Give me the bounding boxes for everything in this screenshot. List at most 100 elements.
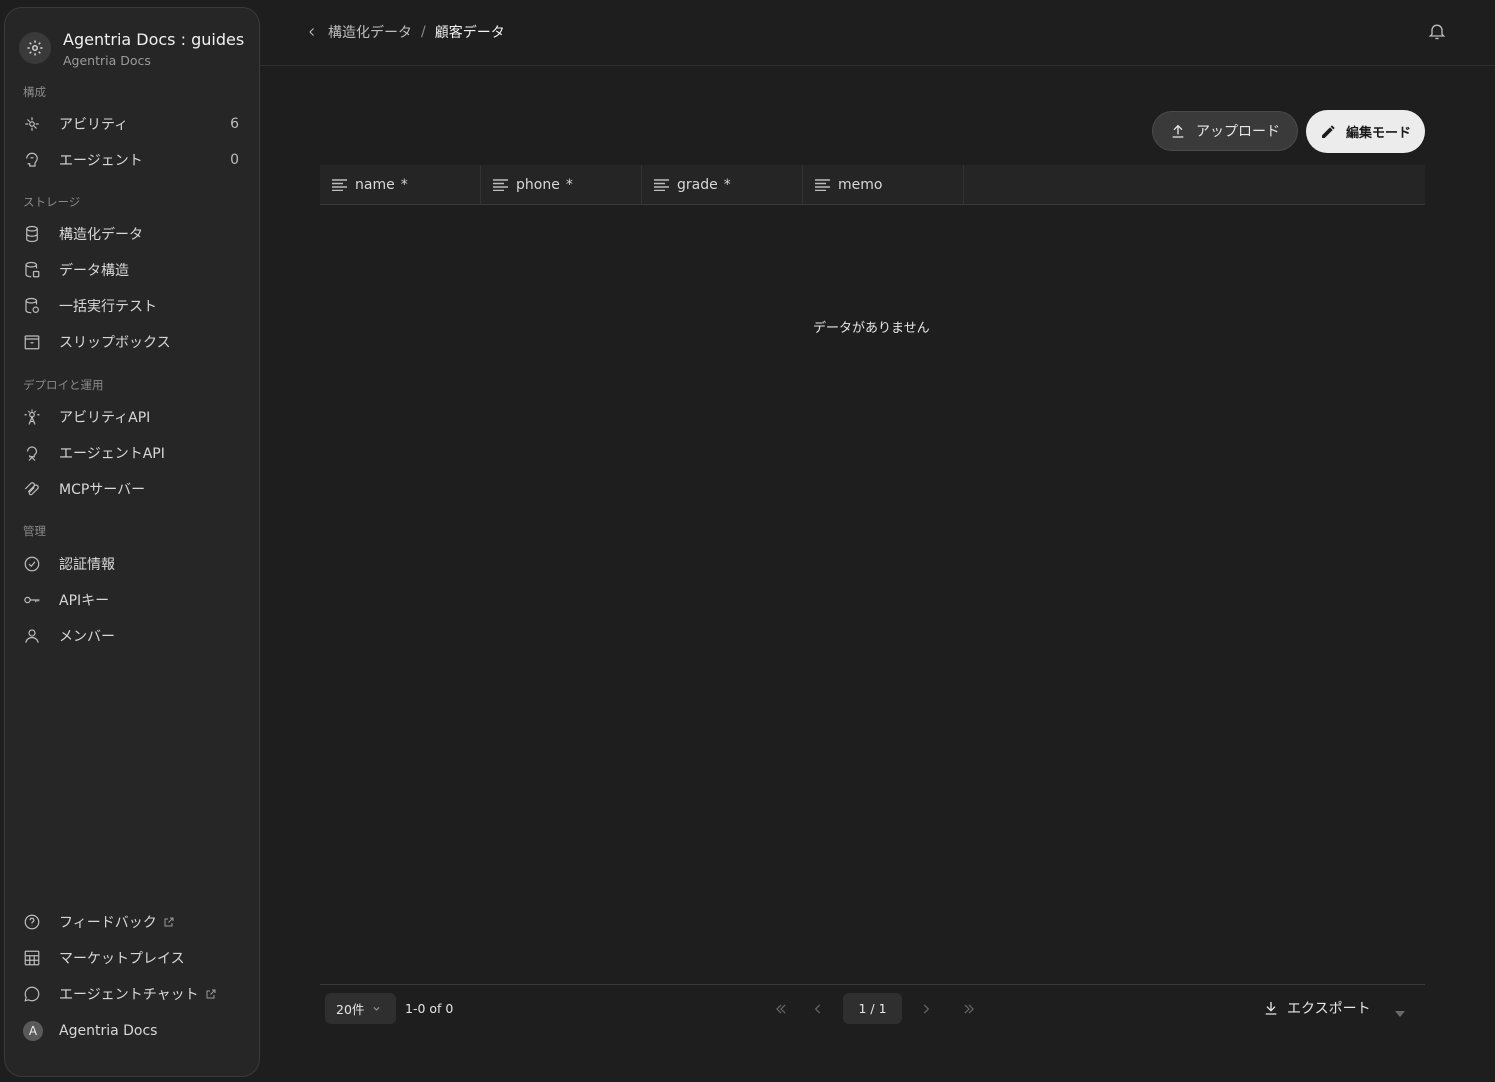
sidebar-item-marketplace[interactable]: マーケットプレイス <box>19 943 241 973</box>
chevron-left-icon <box>814 1004 821 1014</box>
column-header-name[interactable]: name * <box>320 165 481 205</box>
sidebar-item-agent-chat[interactable]: エージェントチャット <box>19 979 241 1009</box>
sidebar-item-account[interactable]: A Agentria Docs <box>19 1016 241 1046</box>
ability-icon <box>23 114 51 134</box>
sidebar: Agentria Docs : guides Agentria Docs 構成 … <box>4 7 260 1077</box>
upload-button[interactable]: アップロード <box>1152 111 1298 151</box>
sidebar-item-label: アビリティ <box>59 117 129 133</box>
sidebar-item-ability-api[interactable]: アビリティAPI <box>19 402 241 432</box>
sidebar-item-batch-test[interactable]: 一括実行テスト <box>19 291 241 321</box>
section-label-storage: ストレージ <box>23 195 81 209</box>
sidebar-item-label: メンバー <box>59 629 115 645</box>
upload-icon <box>1172 124 1184 138</box>
sidebar-item-label: エージェントチャット <box>59 987 199 1003</box>
sidebar-item-api-key[interactable]: APIキー <box>19 585 241 615</box>
credential-icon <box>23 554 51 574</box>
section-label-admin: 管理 <box>23 524 46 538</box>
topbar: 構造化データ / 顧客データ <box>260 0 1495 66</box>
sidebar-item-label: Agentria Docs <box>59 1023 158 1039</box>
sidebar-item-label: データ構造 <box>59 263 129 279</box>
slipbox-icon <box>23 332 51 352</box>
sidebar-item-feedback[interactable]: フィードバック <box>19 907 241 937</box>
sidebar-item-label: フィードバック <box>59 915 157 931</box>
sidebar-item-structured-data[interactable]: 構造化データ <box>19 219 241 249</box>
page-size-value: 20件 <box>336 1002 365 1017</box>
help-circle-icon <box>23 912 51 932</box>
prev-page-button[interactable] <box>808 999 828 1019</box>
sidebar-item-data-structure[interactable]: データ構造 <box>19 255 241 285</box>
text-column-icon <box>815 179 830 191</box>
batch-test-icon <box>23 296 51 316</box>
agent-api-icon <box>23 443 51 463</box>
breadcrumb-current: 顧客データ <box>434 25 505 41</box>
sidebar-item-agent[interactable]: エージェント 0 <box>19 145 241 175</box>
chevron-right-icon <box>923 1004 930 1014</box>
agent-icon <box>23 150 51 170</box>
download-icon <box>1265 1002 1277 1015</box>
ability-count: 6 <box>230 116 239 132</box>
export-label: エクスポート <box>1287 1001 1371 1017</box>
sidebar-item-mcp-server[interactable]: MCPサーバー <box>19 474 241 504</box>
export-dropdown-caret-icon[interactable] <box>1394 1004 1406 1023</box>
sidebar-item-credentials[interactable]: 認証情報 <box>19 549 241 579</box>
sidebar-item-label: 一括実行テスト <box>59 299 157 315</box>
text-column-icon <box>493 179 508 191</box>
pencil-icon <box>1321 124 1335 138</box>
text-column-icon <box>332 179 347 191</box>
chat-icon <box>23 984 51 1004</box>
column-header-phone[interactable]: phone * <box>481 165 642 205</box>
export-button[interactable]: エクスポート <box>1263 998 1371 1018</box>
workspace-logo-icon <box>19 32 51 64</box>
row-range: 1-0 of 0 <box>405 1001 454 1016</box>
chevrons-right-icon <box>964 1004 974 1014</box>
sidebar-item-label: APIキー <box>59 593 110 609</box>
workspace-header[interactable]: Agentria Docs : guides Agentria Docs <box>19 30 244 71</box>
chevrons-left-icon <box>776 1004 786 1014</box>
sidebar-item-slipbox[interactable]: スリップボックス <box>19 327 241 357</box>
last-page-button[interactable] <box>959 999 979 1019</box>
empty-message: データがありません <box>813 321 930 336</box>
first-page-button[interactable] <box>771 999 791 1019</box>
external-link-icon <box>163 916 175 928</box>
user-icon <box>23 626 51 646</box>
workspace-subtitle: Agentria Docs <box>63 53 151 68</box>
ability-api-icon <box>23 407 51 427</box>
column-header-memo[interactable]: memo <box>803 165 964 205</box>
breadcrumb-separator: / <box>421 24 426 40</box>
mcp-icon <box>23 479 51 499</box>
sidebar-item-label: エージェントAPI <box>59 446 165 462</box>
column-header-grade[interactable]: grade * <box>642 165 803 205</box>
breadcrumb: 構造化データ / 顧客データ <box>306 22 505 42</box>
sidebar-item-label: マーケットプレイス <box>59 951 185 967</box>
data-structure-icon <box>23 260 51 280</box>
breadcrumb-parent[interactable]: 構造化データ <box>328 22 412 42</box>
section-label-deploy: デプロイと運用 <box>23 378 104 392</box>
chevron-down-icon <box>373 1006 380 1011</box>
sidebar-item-agent-api[interactable]: エージェントAPI <box>19 438 241 468</box>
sidebar-item-label: MCPサーバー <box>59 482 146 498</box>
next-page-button[interactable] <box>916 999 936 1019</box>
key-icon <box>23 590 51 610</box>
external-link-icon <box>205 988 217 1000</box>
sidebar-item-label: エージェント <box>59 153 143 169</box>
bell-icon[interactable] <box>1427 21 1447 45</box>
upload-label: アップロード <box>1196 124 1280 140</box>
sidebar-item-ability[interactable]: アビリティ 6 <box>19 109 241 139</box>
text-column-icon <box>654 179 669 191</box>
database-icon <box>23 224 51 244</box>
page-size-select[interactable]: 20件 <box>325 993 396 1024</box>
chevron-left-icon[interactable] <box>306 23 322 41</box>
footer-divider <box>320 984 1425 985</box>
marketplace-icon <box>23 948 51 968</box>
edit-mode-button[interactable]: 編集モード <box>1306 110 1425 153</box>
table-header: name * phone * grade * memo <box>320 165 1425 205</box>
sidebar-item-label: アビリティAPI <box>59 410 151 426</box>
agent-count: 0 <box>230 152 239 168</box>
sidebar-item-label: スリップボックス <box>59 335 171 351</box>
table-header-filler <box>964 165 1425 204</box>
page-indicator: 1 / 1 <box>843 993 902 1024</box>
sidebar-item-label: 認証情報 <box>59 557 115 573</box>
sidebar-item-label: 構造化データ <box>59 227 143 243</box>
account-avatar: A <box>23 1021 51 1041</box>
sidebar-item-members[interactable]: メンバー <box>19 621 241 651</box>
